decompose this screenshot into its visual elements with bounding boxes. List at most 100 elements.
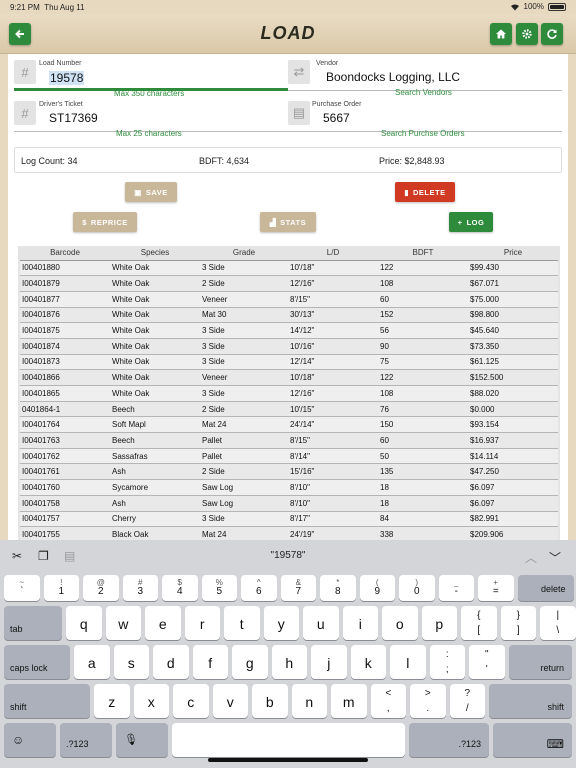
delete-button[interactable]: ▮ DELETE — [395, 182, 455, 202]
shift-right-key[interactable]: shift — [489, 684, 572, 718]
reprice-button[interactable]: $ REPRICE — [73, 212, 137, 232]
key-p[interactable]: p — [421, 606, 457, 640]
key-q[interactable]: q — [66, 606, 102, 640]
key-punct[interactable]: >. — [410, 684, 446, 718]
table-row[interactable]: I00401880 White Oak 3 Side 10'/18" 122 $99.43… — [20, 260, 558, 277]
key-6[interactable]: ^ 6 — [241, 575, 277, 601]
table-row[interactable]: I00401865 White Oak 3 Side 12'/16" 108 $88.02… — [20, 385, 558, 402]
table-row[interactable]: 0401864-1 Beech 2 Side 10'/15" 76 $0.000 — [20, 401, 558, 418]
key-x[interactable]: x — [133, 684, 169, 718]
add-log-button[interactable]: + LOG — [449, 212, 493, 232]
chevron-up-icon[interactable]: ︿ — [525, 549, 537, 566]
load-number-input[interactable]: 19578 — [49, 71, 85, 85]
key-b[interactable]: b — [252, 684, 288, 718]
key-0[interactable]: ) 0 — [399, 575, 435, 601]
table-row[interactable]: I00401874 White Oak 3 Side 10'/16" 90 $73.350 — [20, 338, 558, 355]
home-button[interactable] — [490, 23, 512, 45]
save-button[interactable]: ▣ SAVE — [125, 182, 177, 202]
chevron-down-icon[interactable]: ﹀ — [549, 549, 561, 566]
refresh-button[interactable] — [541, 23, 563, 45]
table-row[interactable]: I00401758 Ash Saw Log 8'/10" 18 $6.097 — [20, 495, 558, 512]
stats-button[interactable]: ▟ STATS — [260, 212, 316, 232]
table-row[interactable]: I00401877 White Oak Veneer 8'/15" 60 $75.000 — [20, 291, 558, 308]
autocomplete-suggestion[interactable]: "19578" — [0, 550, 576, 561]
key-g[interactable]: g — [232, 645, 268, 679]
key-v[interactable]: v — [212, 684, 248, 718]
key-j[interactable]: j — [311, 645, 347, 679]
caps-lock-key[interactable]: caps lock — [4, 645, 70, 679]
col-bdft[interactable]: BDFT — [378, 246, 468, 261]
key-9[interactable]: (9 — [359, 575, 395, 601]
table-row[interactable]: I00401873 White Oak 3 Side 12'/14" 75 $61.125 — [20, 354, 558, 371]
key-m[interactable]: m — [331, 684, 367, 718]
table-row[interactable]: I00401760 Sycamore Saw Log 8'/10" 18 $6.097 — [20, 479, 558, 496]
key-u[interactable]: u — [303, 606, 339, 640]
purchase-order-input[interactable]: 5667 — [323, 111, 350, 125]
tab-key[interactable]: tab — [4, 606, 62, 640]
key-[[interactable]: {[ — [461, 606, 497, 640]
hide-keyboard-key[interactable]: ⌨ — [493, 723, 572, 757]
key-f[interactable]: f — [192, 645, 228, 679]
table-row[interactable]: I00401876 White Oak Mat 30 30'/13" 152 $98.80… — [20, 307, 558, 324]
key-d[interactable]: d — [153, 645, 189, 679]
key-y[interactable]: y — [263, 606, 299, 640]
col-grade[interactable]: Grade — [200, 246, 288, 261]
search-vendors-link[interactable]: Search Vendors — [395, 88, 452, 97]
table-row[interactable]: I00401761 Ash 2 Side 15'/16" 135 $47.250 — [20, 463, 558, 481]
search-purchase-orders-link[interactable]: Search Purchse Orders — [381, 129, 465, 138]
numbers-key-right[interactable]: .?123 — [409, 723, 489, 757]
key-l[interactable]: l — [390, 645, 426, 679]
key-c[interactable]: c — [173, 684, 209, 718]
vendor-input[interactable]: Boondocks Logging, LLC — [326, 70, 460, 84]
key-\[interactable]: | \ — [540, 606, 576, 640]
key-=[interactable]: + = — [478, 575, 514, 601]
key-punct[interactable]: " ' — [469, 645, 505, 679]
table-row[interactable]: I00401879 White Oak 2 Side 12'/16" 108 $67.07… — [20, 275, 558, 292]
key-punct[interactable]: <, — [370, 684, 406, 718]
key-2[interactable]: @2 — [83, 575, 119, 601]
key-o[interactable]: o — [382, 606, 418, 640]
key--[interactable]: _ - — [438, 575, 474, 601]
table-row[interactable]: I00401755 Black Oak Mat 24 24'/19" 338 $209.9… — [20, 526, 558, 540]
key-s[interactable]: s — [113, 645, 149, 679]
table-row[interactable]: I00401764 Soft Mapl Mat 24 24'/14" 150 $93.15… — [20, 416, 558, 434]
key-e[interactable]: e — [145, 606, 181, 640]
col-species[interactable]: Species — [110, 246, 200, 261]
key-8[interactable]: * 8 — [320, 575, 356, 601]
key-3[interactable]: #3 — [122, 575, 158, 601]
settings-button[interactable] — [516, 23, 538, 45]
table-row[interactable]: I00401762 Sassafras Pallet 8'/14" 50 $14.114 — [20, 448, 558, 465]
key-n[interactable]: n — [291, 684, 327, 718]
key-4[interactable]: $4 — [162, 575, 198, 601]
key-punct[interactable]: ? / — [449, 684, 485, 718]
emoji-key[interactable]: ☺ — [4, 723, 56, 757]
key-`[interactable]: ~ ` — [4, 575, 40, 601]
key-a[interactable]: a — [74, 645, 110, 679]
key-i[interactable]: i — [342, 606, 378, 640]
key-z[interactable]: z — [94, 684, 130, 718]
load-number-field[interactable]: # Load Number 19578 — [14, 60, 288, 92]
space-key[interactable] — [172, 723, 405, 757]
key-h[interactable]: h — [271, 645, 307, 679]
col-length-diameter[interactable]: L/D — [288, 246, 378, 261]
key-1[interactable]: ! 1 — [43, 575, 79, 601]
dictation-key[interactable]: 🎙︎ — [116, 723, 168, 757]
table-row[interactable]: I00401757 Cherry 3 Side 8'/17" 84 $82.991 — [20, 511, 558, 528]
drivers-ticket-input[interactable]: ST17369 — [49, 111, 98, 125]
key-w[interactable]: w — [105, 606, 141, 640]
key-5[interactable]: % 5 — [201, 575, 237, 601]
table-row[interactable]: I00401875 White Oak 3 Side 14'/12" 56 $45.640 — [20, 322, 558, 339]
shift-left-key[interactable]: shift — [4, 684, 90, 718]
key-t[interactable]: t — [224, 606, 260, 640]
table-row[interactable]: I00401763 Beech Pallet 8'/15" 60 $16.937 — [20, 432, 558, 449]
key-][interactable]: }] — [500, 606, 536, 640]
key-k[interactable]: k — [350, 645, 386, 679]
return-key[interactable]: return — [508, 645, 572, 679]
key-r[interactable]: r — [184, 606, 220, 640]
logs-table-container[interactable]: Barcode Species Grade L/D BDFT Price I00… — [18, 246, 560, 540]
table-row[interactable]: I00401866 White Oak Veneer 10'/18" 122 $152.5… — [20, 369, 558, 386]
delete-key[interactable]: delete — [517, 575, 574, 601]
col-barcode[interactable]: Barcode — [20, 246, 110, 261]
numbers-key-left[interactable]: .?123 — [60, 723, 112, 757]
key-7[interactable]: & 7 — [280, 575, 316, 601]
